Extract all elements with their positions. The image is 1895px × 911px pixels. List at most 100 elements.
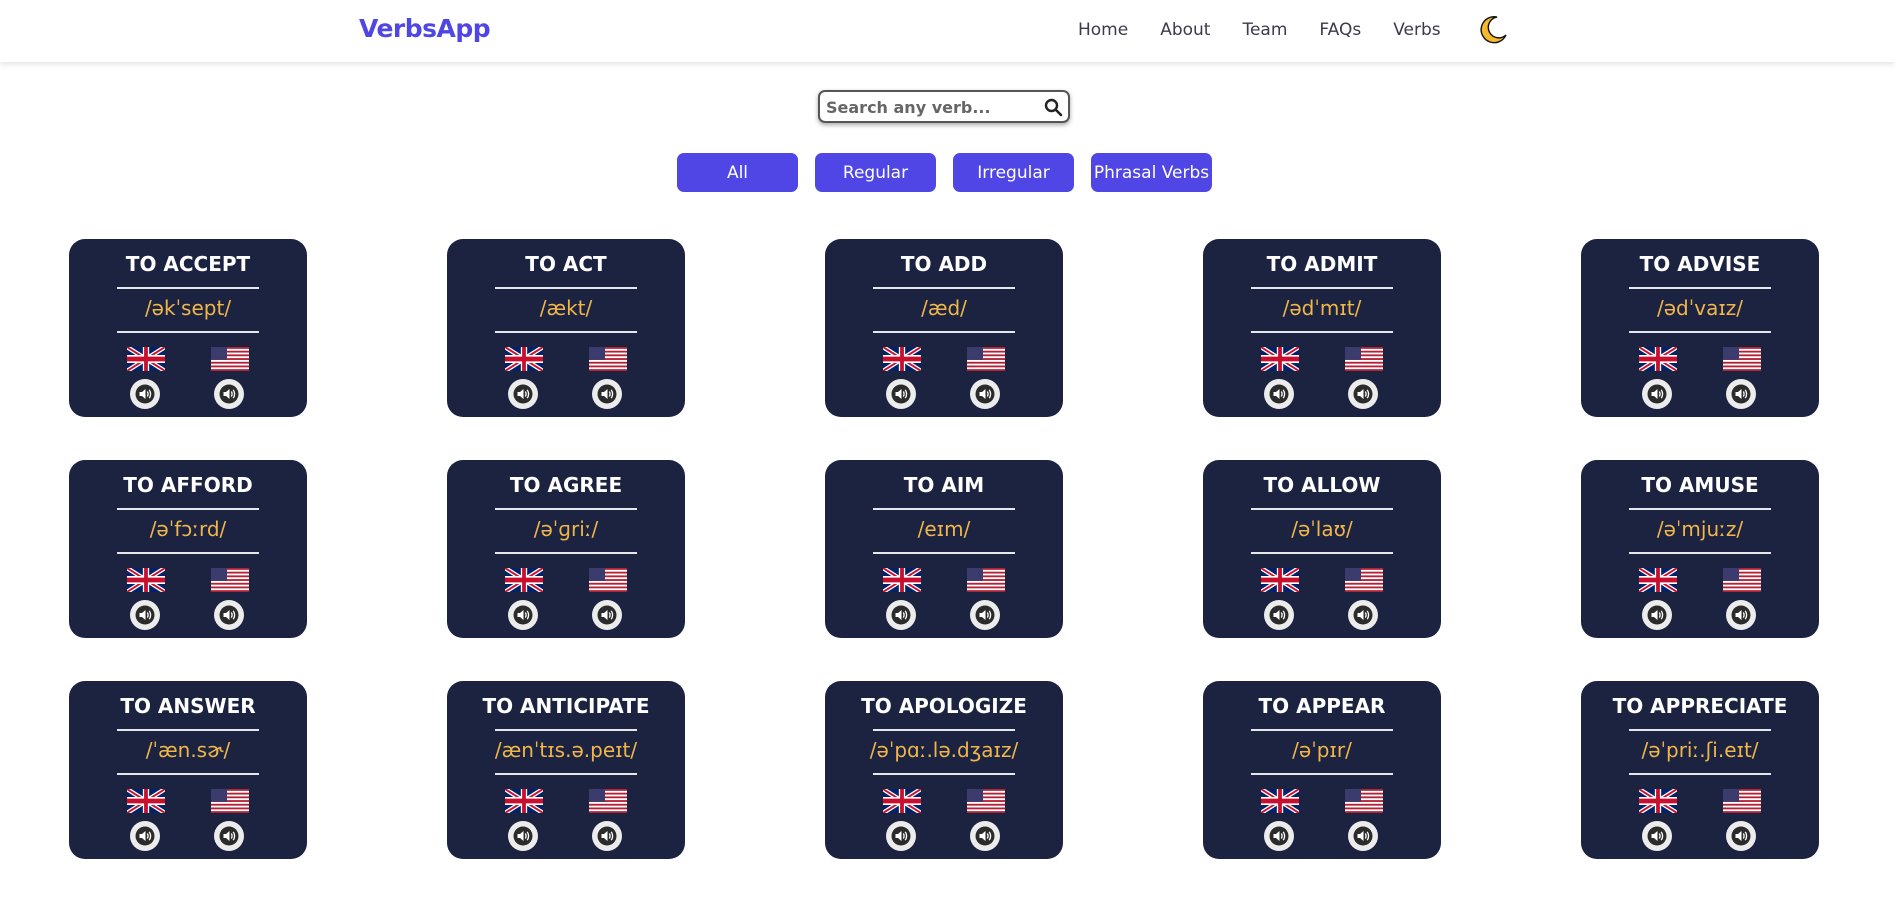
divider — [495, 773, 637, 775]
divider — [1629, 508, 1771, 510]
play-us-pronunciation-button[interactable] — [1726, 821, 1756, 851]
moon-icon[interactable] — [1477, 14, 1509, 46]
search-box — [818, 90, 1070, 123]
verb-card: TO ACT /ækt/ — [447, 239, 685, 417]
us-flag-icon — [589, 347, 627, 371]
play-uk-pronunciation-button[interactable] — [130, 600, 160, 630]
play-uk-pronunciation-button[interactable] — [1642, 379, 1672, 409]
divider — [1251, 729, 1393, 731]
play-us-pronunciation-button[interactable] — [970, 379, 1000, 409]
speaker-icon — [513, 384, 533, 404]
play-us-pronunciation-button[interactable] — [214, 821, 244, 851]
verb-title: TO AFFORD — [123, 473, 253, 497]
play-us-pronunciation-button[interactable] — [592, 379, 622, 409]
speaker-icon — [1353, 826, 1373, 846]
speaker-icon — [975, 826, 995, 846]
speaker-icon — [1647, 384, 1667, 404]
verb-card: TO APPEAR /əˈpɪr/ — [1203, 681, 1441, 859]
uk-flag-icon — [1639, 347, 1677, 371]
divider — [873, 552, 1015, 554]
speaker-icon — [597, 384, 617, 404]
uk-flag-icon — [1261, 568, 1299, 592]
verb-title: TO APPEAR — [1258, 694, 1386, 718]
uk-flag-icon — [883, 347, 921, 371]
play-uk-pronunciation-button[interactable] — [1264, 379, 1294, 409]
uk-flag-icon — [127, 347, 165, 371]
play-us-pronunciation-button[interactable] — [970, 600, 1000, 630]
uk-flag-icon — [505, 568, 543, 592]
filter-phrasal-verbs-button[interactable]: Phrasal Verbs — [1091, 153, 1212, 192]
verb-card: TO ANSWER /ˈæn.sɚ/ — [69, 681, 307, 859]
play-uk-pronunciation-button[interactable] — [130, 379, 160, 409]
play-uk-pronunciation-button[interactable] — [886, 379, 916, 409]
play-uk-pronunciation-button[interactable] — [130, 821, 160, 851]
play-us-pronunciation-button[interactable] — [1348, 821, 1378, 851]
play-uk-pronunciation-button[interactable] — [886, 600, 916, 630]
phonetic-transcription: /əˈpɪr/ — [1292, 738, 1352, 762]
speaker-icon — [891, 826, 911, 846]
play-uk-pronunciation-button[interactable] — [1264, 821, 1294, 851]
verb-card: TO AGREE /əˈɡriː/ — [447, 460, 685, 638]
divider — [1251, 773, 1393, 775]
divider — [117, 287, 259, 289]
play-uk-pronunciation-button[interactable] — [508, 600, 538, 630]
play-uk-pronunciation-button[interactable] — [886, 821, 916, 851]
play-uk-pronunciation-button[interactable] — [1642, 600, 1672, 630]
play-us-pronunciation-button[interactable] — [592, 821, 622, 851]
divider — [495, 287, 637, 289]
filter-bar: All Regular Irregular Phrasal Verbs — [677, 153, 1229, 192]
verb-title: TO AIM — [903, 473, 985, 497]
speaker-icon — [1731, 826, 1751, 846]
verb-card: TO APPRECIATE /əˈpriː.ʃi.eɪt/ — [1581, 681, 1819, 859]
filter-irregular-button[interactable]: Irregular — [953, 153, 1074, 192]
play-us-pronunciation-button[interactable] — [1348, 379, 1378, 409]
play-us-pronunciation-button[interactable] — [592, 600, 622, 630]
play-uk-pronunciation-button[interactable] — [1642, 821, 1672, 851]
verb-card: TO ADD /æd/ — [825, 239, 1063, 417]
search-input[interactable] — [826, 96, 1036, 118]
uk-flag-icon — [505, 347, 543, 371]
play-uk-pronunciation-button[interactable] — [508, 379, 538, 409]
divider — [1629, 287, 1771, 289]
play-us-pronunciation-button[interactable] — [1726, 379, 1756, 409]
divider — [1629, 552, 1771, 554]
phonetic-transcription: /ænˈtɪs.ə.peɪt/ — [494, 738, 638, 762]
us-flag-icon — [967, 789, 1005, 813]
speaker-icon — [1647, 605, 1667, 625]
phonetic-transcription: /ækt/ — [539, 296, 593, 320]
phonetic-transcription: /əˈmjuːz/ — [1656, 517, 1744, 541]
phonetic-transcription: /æd/ — [921, 296, 967, 320]
us-flag-icon — [1723, 347, 1761, 371]
speaker-icon — [1647, 826, 1667, 846]
us-flag-icon — [211, 347, 249, 371]
play-uk-pronunciation-button[interactable] — [1264, 600, 1294, 630]
divider — [117, 729, 259, 731]
speaker-icon — [1269, 384, 1289, 404]
play-us-pronunciation-button[interactable] — [214, 600, 244, 630]
divider — [873, 331, 1015, 333]
nav-links: Home About Team FAQs Verbs — [1078, 20, 1473, 40]
play-us-pronunciation-button[interactable] — [970, 821, 1000, 851]
us-flag-icon — [1345, 568, 1383, 592]
nav-link-verbs[interactable]: Verbs — [1393, 20, 1440, 40]
search-icon[interactable] — [1044, 98, 1063, 117]
filter-regular-button[interactable]: Regular — [815, 153, 936, 192]
speaker-icon — [513, 826, 533, 846]
brand-logo[interactable]: VerbsApp — [359, 14, 491, 43]
phonetic-transcription: /ˈæn.sɚ/ — [145, 738, 231, 762]
speaker-icon — [135, 826, 155, 846]
divider — [1251, 287, 1393, 289]
speaker-icon — [219, 826, 239, 846]
filter-all-button[interactable]: All — [677, 153, 798, 192]
nav-link-home[interactable]: Home — [1078, 20, 1128, 40]
verb-title: TO ACT — [525, 252, 607, 276]
play-uk-pronunciation-button[interactable] — [508, 821, 538, 851]
nav-link-about[interactable]: About — [1160, 20, 1210, 40]
speaker-icon — [513, 605, 533, 625]
play-us-pronunciation-button[interactable] — [214, 379, 244, 409]
play-us-pronunciation-button[interactable] — [1726, 600, 1756, 630]
play-us-pronunciation-button[interactable] — [1348, 600, 1378, 630]
nav-link-team[interactable]: Team — [1242, 20, 1287, 40]
divider — [873, 508, 1015, 510]
nav-link-faqs[interactable]: FAQs — [1319, 20, 1361, 40]
